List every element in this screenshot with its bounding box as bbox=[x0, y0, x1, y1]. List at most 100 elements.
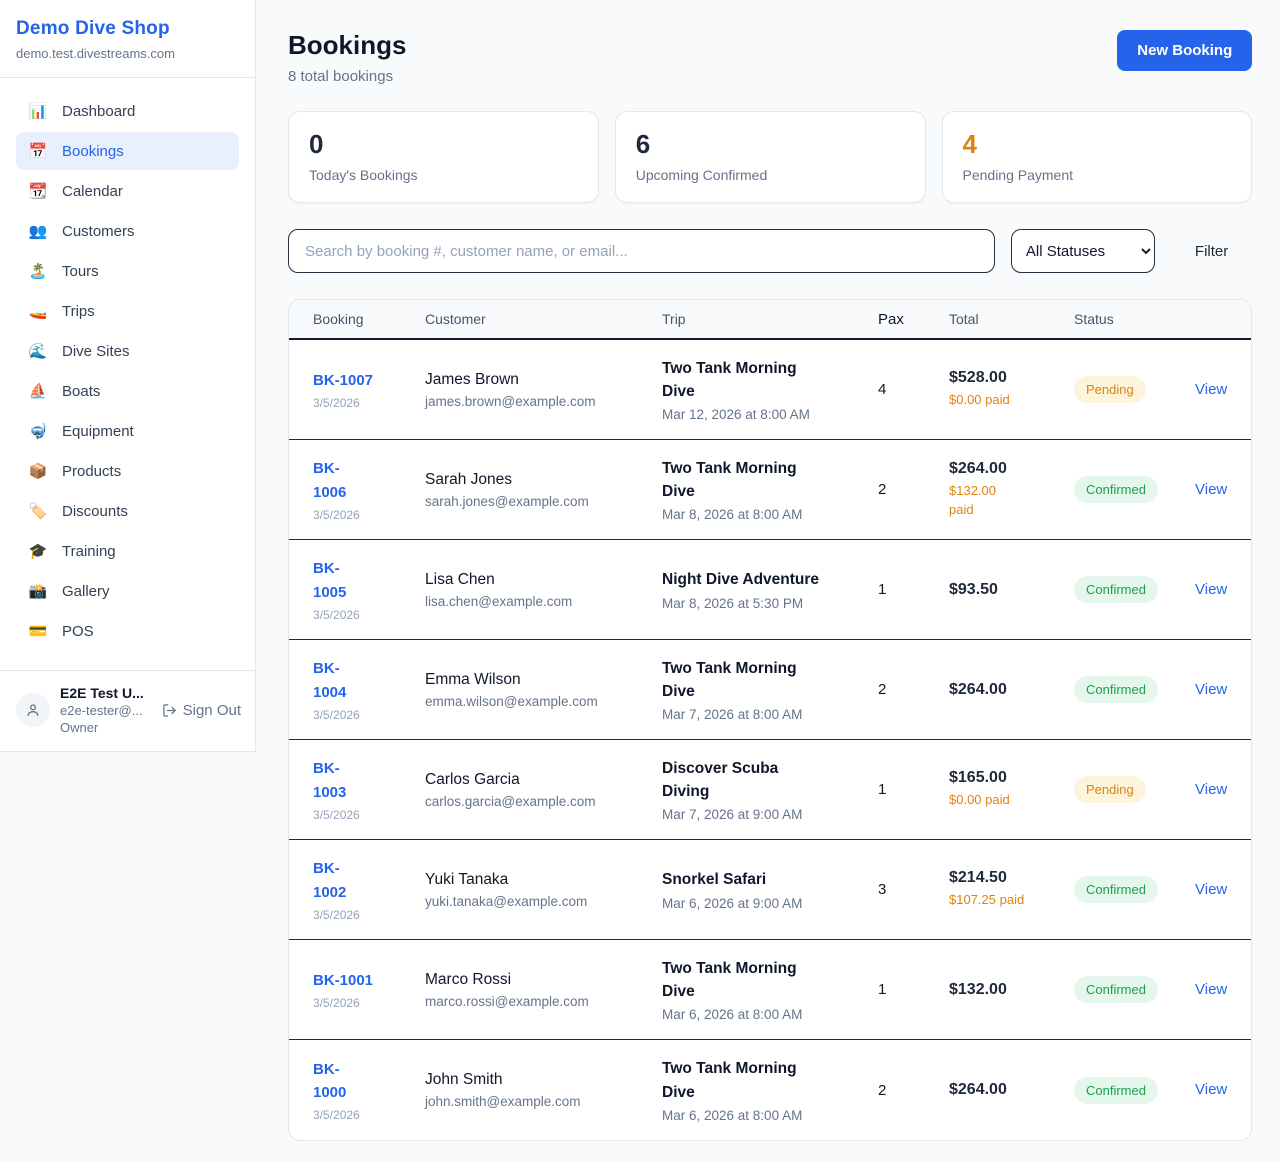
sidebar-item-products[interactable]: 📦 Products bbox=[16, 452, 239, 490]
customer-cell: Yuki Tanaka yuki.tanaka@example.com bbox=[425, 871, 662, 909]
sidebar-item-equipment[interactable]: 🤿 Equipment bbox=[16, 412, 239, 450]
pax-count: 1 bbox=[878, 581, 949, 598]
island-icon: 🏝️ bbox=[28, 262, 48, 280]
booking-id-link[interactable]: BK-1006 bbox=[313, 457, 359, 504]
total-amount: $264.00 bbox=[949, 681, 1064, 699]
sidebar-item-customers[interactable]: 👥 Customers bbox=[16, 212, 239, 250]
bookings-table: Booking Customer Trip Pax Total Status B… bbox=[288, 299, 1252, 1141]
customer-name: Yuki Tanaka bbox=[425, 871, 646, 889]
pax-count: 2 bbox=[878, 1082, 949, 1099]
status-cell: Confirmed bbox=[1074, 476, 1195, 503]
credit-card-icon: 💳 bbox=[28, 622, 48, 640]
table-row: BK-1000 3/5/2026 John Smith john.smith@e… bbox=[289, 1040, 1251, 1140]
sidebar-item-bookings[interactable]: 📅 Bookings bbox=[16, 132, 239, 170]
customer-email: john.smith@example.com bbox=[425, 1094, 646, 1109]
total-cell: $132.00 bbox=[949, 981, 1074, 999]
view-booking-link[interactable]: View bbox=[1195, 981, 1227, 998]
sidebar: Demo Dive Shop demo.test.divestreams.com… bbox=[0, 0, 256, 752]
total-amount: $93.50 bbox=[949, 581, 1064, 599]
trip-time: Mar 12, 2026 at 8:00 AM bbox=[662, 407, 862, 422]
sidebar-item-discounts[interactable]: 🏷️ Discounts bbox=[16, 492, 239, 530]
sidebar-item-label: Dashboard bbox=[62, 103, 135, 120]
customer-email: yuki.tanaka@example.com bbox=[425, 894, 646, 909]
trip-name: Two Tank Morning Dive bbox=[662, 957, 810, 1004]
total-cell: $93.50 bbox=[949, 581, 1074, 599]
wave-icon: 🌊 bbox=[28, 342, 48, 360]
booking-id-link[interactable]: BK-1001 bbox=[313, 969, 373, 992]
booking-date: 3/5/2026 bbox=[313, 396, 415, 410]
dive-mask-icon: 🤿 bbox=[28, 422, 48, 440]
booking-id-link[interactable]: BK-1003 bbox=[313, 757, 359, 804]
sidebar-item-label: Boats bbox=[62, 383, 100, 400]
customer-name: Lisa Chen bbox=[425, 571, 646, 589]
sidebar-item-calendar[interactable]: 📆 Calendar bbox=[16, 172, 239, 210]
booking-cell: BK-1002 3/5/2026 bbox=[313, 857, 425, 922]
page-title-block: Bookings 8 total bookings bbox=[288, 30, 406, 85]
view-booking-link[interactable]: View bbox=[1195, 781, 1227, 798]
camera-icon: 📸 bbox=[28, 582, 48, 600]
booking-cell: BK-1001 3/5/2026 bbox=[313, 969, 425, 1010]
stat-card-todays-bookings: 0 Today's Bookings bbox=[288, 111, 599, 203]
trip-name: Night Dive Adventure bbox=[662, 568, 862, 591]
customer-cell: Emma Wilson emma.wilson@example.com bbox=[425, 671, 662, 709]
sidebar-item-training[interactable]: 🎓 Training bbox=[16, 532, 239, 570]
view-booking-link[interactable]: View bbox=[1195, 481, 1227, 498]
booking-id-link[interactable]: BK-1007 bbox=[313, 369, 373, 392]
action-cell: View bbox=[1195, 1081, 1227, 1099]
trip-cell: Discover Scuba Diving Mar 7, 2026 at 9:0… bbox=[662, 757, 878, 823]
stats-row: 0 Today's Bookings 6 Upcoming Confirmed … bbox=[288, 111, 1252, 203]
sidebar-item-dive-sites[interactable]: 🌊 Dive Sites bbox=[16, 332, 239, 370]
new-booking-button[interactable]: New Booking bbox=[1117, 30, 1252, 71]
sidebar-item-tours[interactable]: 🏝️ Tours bbox=[16, 252, 239, 290]
sign-out-button[interactable]: Sign Out bbox=[162, 702, 241, 719]
total-amount: $165.00 bbox=[949, 769, 1064, 787]
sidebar-item-label: Training bbox=[62, 543, 116, 560]
filter-button[interactable]: Filter bbox=[1171, 243, 1252, 260]
status-badge: Confirmed bbox=[1074, 976, 1158, 1003]
person-icon bbox=[25, 702, 41, 718]
customer-email: sarah.jones@example.com bbox=[425, 494, 646, 509]
sidebar-item-label: Bookings bbox=[62, 143, 124, 160]
total-cell: $264.00 bbox=[949, 1081, 1074, 1099]
view-booking-link[interactable]: View bbox=[1195, 881, 1227, 898]
trip-name: Discover Scuba Diving bbox=[662, 757, 810, 804]
shop-name: Demo Dive Shop bbox=[16, 18, 239, 40]
sidebar-item-label: POS bbox=[62, 623, 94, 640]
view-booking-link[interactable]: View bbox=[1195, 681, 1227, 698]
status-badge: Pending bbox=[1074, 376, 1146, 403]
total-amount: $264.00 bbox=[949, 460, 1064, 478]
booking-id-link[interactable]: BK-1000 bbox=[313, 1058, 359, 1105]
booking-cell: BK-1007 3/5/2026 bbox=[313, 369, 425, 410]
action-cell: View bbox=[1195, 381, 1227, 399]
action-cell: View bbox=[1195, 881, 1227, 899]
status-cell: Confirmed bbox=[1074, 576, 1195, 603]
booking-id-link[interactable]: BK-1004 bbox=[313, 657, 359, 704]
sidebar-item-dashboard[interactable]: 📊 Dashboard bbox=[16, 92, 239, 130]
sign-out-icon bbox=[162, 703, 177, 718]
customer-name: Sarah Jones bbox=[425, 471, 646, 489]
booking-date: 3/5/2026 bbox=[313, 808, 415, 822]
column-header-booking: Booking bbox=[313, 311, 425, 327]
sidebar-nav: 📊 Dashboard 📅 Bookings 📆 Calendar 👥 Cust… bbox=[0, 78, 255, 662]
search-input[interactable] bbox=[288, 229, 995, 273]
trip-cell: Night Dive Adventure Mar 8, 2026 at 5:30… bbox=[662, 568, 878, 610]
view-booking-link[interactable]: View bbox=[1195, 581, 1227, 598]
customer-cell: James Brown james.brown@example.com bbox=[425, 371, 662, 409]
total-cell: $264.00 bbox=[949, 681, 1074, 699]
sidebar-item-gallery[interactable]: 📸 Gallery bbox=[16, 572, 239, 610]
booking-date: 3/5/2026 bbox=[313, 708, 415, 722]
status-select[interactable]: All Statuses bbox=[1011, 229, 1155, 273]
booking-id-link[interactable]: BK-1002 bbox=[313, 857, 359, 904]
user-meta: E2E Test U... e2e-tester@... Owner bbox=[60, 685, 152, 735]
booking-id-link[interactable]: BK-1005 bbox=[313, 557, 359, 604]
paid-amount: $0.00 paid bbox=[949, 791, 1064, 809]
sidebar-item-pos[interactable]: 💳 POS bbox=[16, 612, 239, 650]
sidebar-item-trips[interactable]: 🚤 Trips bbox=[16, 292, 239, 330]
view-booking-link[interactable]: View bbox=[1195, 1081, 1227, 1098]
table-row: BK-1005 3/5/2026 Lisa Chen lisa.chen@exa… bbox=[289, 540, 1251, 640]
sidebar-item-boats[interactable]: ⛵ Boats bbox=[16, 372, 239, 410]
sign-out-label: Sign Out bbox=[183, 702, 241, 719]
booking-date: 3/5/2026 bbox=[313, 996, 415, 1010]
sidebar-item-label: Products bbox=[62, 463, 121, 480]
view-booking-link[interactable]: View bbox=[1195, 381, 1227, 398]
